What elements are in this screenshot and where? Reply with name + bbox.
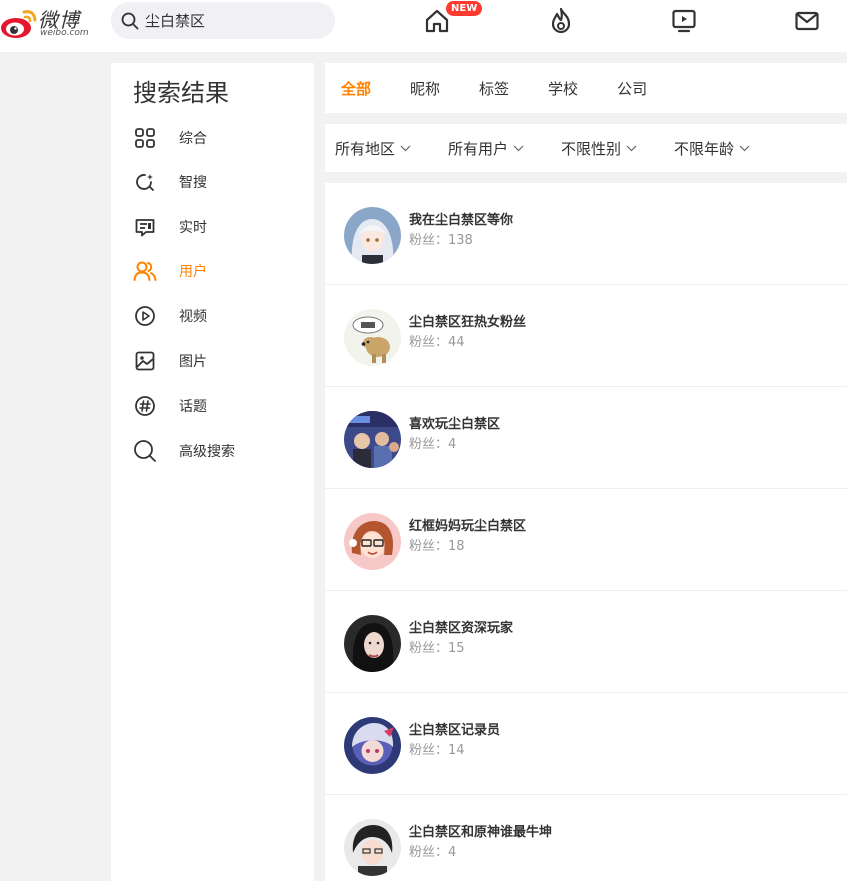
sidebar-item-video[interactable]: 视频	[133, 301, 303, 331]
user-card[interactable]: 我在尘白禁区等你 粉丝：138	[325, 183, 847, 285]
filter-label: 所有用户	[448, 139, 509, 158]
weibo-logo[interactable]: 微博 weibo.com	[0, 2, 100, 42]
avatar[interactable]	[344, 615, 401, 672]
hashtag-icon	[133, 394, 157, 418]
fans-count: 粉丝：4	[409, 437, 457, 452]
filter-user-type[interactable]: 所有用户	[448, 138, 524, 159]
message-nav[interactable]	[791, 6, 823, 36]
tv-play-icon	[672, 9, 696, 33]
filter-bar: 所有地区 所有用户 不限性别 不限年龄	[325, 124, 847, 172]
avatar[interactable]	[344, 309, 401, 366]
sidebar-item-images[interactable]: 图片	[133, 346, 303, 376]
flame-icon	[551, 7, 571, 34]
tab-company[interactable]: 公司	[617, 78, 647, 99]
search-icon	[133, 439, 157, 463]
user-result-list: 我在尘白禁区等你 粉丝：138 尘白禁区狂热女粉丝 粉丝：44 喜欢玩尘白禁区 …	[325, 183, 847, 881]
search-icon	[121, 12, 139, 29]
sidebar-item-label: 高级搜索	[179, 444, 235, 460]
filter-label: 不限性别	[561, 139, 622, 158]
fans-count: 粉丝：4	[409, 845, 457, 860]
chevron-down-icon	[513, 145, 524, 151]
realtime-icon	[133, 215, 157, 239]
grid-icon	[133, 126, 157, 150]
user-card[interactable]: 喜欢玩尘白禁区 粉丝：4	[325, 387, 847, 489]
fans-count: 粉丝：14	[409, 743, 465, 758]
fans-count: 粉丝：138	[409, 233, 473, 248]
hot-nav[interactable]	[545, 6, 577, 36]
chevron-down-icon	[400, 145, 411, 151]
sidebar-item-overview[interactable]: 综合	[133, 123, 303, 153]
sidebar-title: 搜索结果	[133, 79, 229, 107]
sidebar-item-advanced-search[interactable]: 高级搜索	[133, 436, 303, 466]
chevron-down-icon	[626, 145, 637, 151]
user-name[interactable]: 尘白禁区狂热女粉丝	[409, 311, 526, 330]
smart-search-icon	[133, 170, 157, 194]
user-name[interactable]: 我在尘白禁区等你	[409, 209, 513, 228]
search-box[interactable]	[111, 2, 335, 39]
sidebar-item-label: 图片	[179, 354, 207, 370]
fans-count: 粉丝：44	[409, 335, 465, 350]
avatar[interactable]	[344, 717, 401, 774]
user-name[interactable]: 尘白禁区记录员	[409, 719, 500, 738]
sidebar-item-label: 智搜	[179, 175, 207, 191]
image-icon	[133, 349, 157, 373]
top-bar: 微博 weibo.com NEW	[0, 0, 847, 52]
new-badge: NEW	[446, 1, 483, 16]
search-input[interactable]	[145, 11, 325, 30]
users-icon	[133, 259, 157, 283]
user-card[interactable]: 红框妈妈玩尘白禁区 粉丝：18	[325, 489, 847, 591]
avatar[interactable]	[344, 411, 401, 468]
sidebar-item-label: 用户	[179, 264, 207, 280]
sidebar-item-topics[interactable]: 话题	[133, 391, 303, 421]
tab-nickname[interactable]: 昵称	[410, 78, 440, 99]
result-tabs: 全部 昵称 标签 学校 公司	[325, 63, 847, 113]
sidebar-item-label: 视频	[179, 309, 207, 325]
fans-count: 粉丝：15	[409, 641, 465, 656]
play-icon	[133, 304, 157, 328]
user-card[interactable]: 尘白禁区和原神谁最牛坤 粉丝：4	[325, 795, 847, 881]
user-name[interactable]: 喜欢玩尘白禁区	[409, 413, 500, 432]
user-name[interactable]: 尘白禁区和原神谁最牛坤	[409, 821, 552, 840]
filter-gender[interactable]: 不限性别	[561, 138, 637, 159]
weibo-eye-icon	[1, 10, 37, 38]
user-card[interactable]: 尘白禁区狂热女粉丝 粉丝：44	[325, 285, 847, 387]
sidebar-item-realtime[interactable]: 实时	[133, 212, 303, 242]
mail-icon	[795, 11, 819, 31]
filter-age[interactable]: 不限年龄	[674, 138, 750, 159]
sidebar-item-label: 话题	[179, 399, 207, 415]
sidebar-item-users[interactable]: 用户	[133, 256, 303, 286]
tab-all[interactable]: 全部	[341, 78, 371, 99]
sidebar-item-smart-search[interactable]: 智搜	[133, 167, 303, 197]
avatar[interactable]	[344, 513, 401, 570]
tab-school[interactable]: 学校	[548, 78, 578, 99]
sidebar-item-label: 实时	[179, 220, 207, 236]
filter-label: 不限年龄	[674, 139, 735, 158]
avatar[interactable]	[344, 207, 401, 264]
avatar[interactable]	[344, 819, 401, 876]
sidebar-item-label: 综合	[179, 131, 207, 147]
filter-label: 所有地区	[335, 139, 396, 158]
filter-region[interactable]: 所有地区	[335, 138, 411, 159]
user-name[interactable]: 尘白禁区资深玩家	[409, 617, 513, 636]
user-card[interactable]: 尘白禁区资深玩家 粉丝：15	[325, 591, 847, 693]
brand-domain: weibo.com	[40, 28, 89, 38]
user-card[interactable]: 尘白禁区记录员 粉丝：14	[325, 693, 847, 795]
chevron-down-icon	[739, 145, 750, 151]
sidebar: 搜索结果 综合 智搜 实时 用户 视频 图片 话题 高级搜索	[111, 63, 314, 881]
tab-tag[interactable]: 标签	[479, 78, 509, 99]
video-nav[interactable]	[668, 6, 700, 36]
user-name[interactable]: 红框妈妈玩尘白禁区	[409, 515, 526, 534]
fans-count: 粉丝：18	[409, 539, 465, 554]
